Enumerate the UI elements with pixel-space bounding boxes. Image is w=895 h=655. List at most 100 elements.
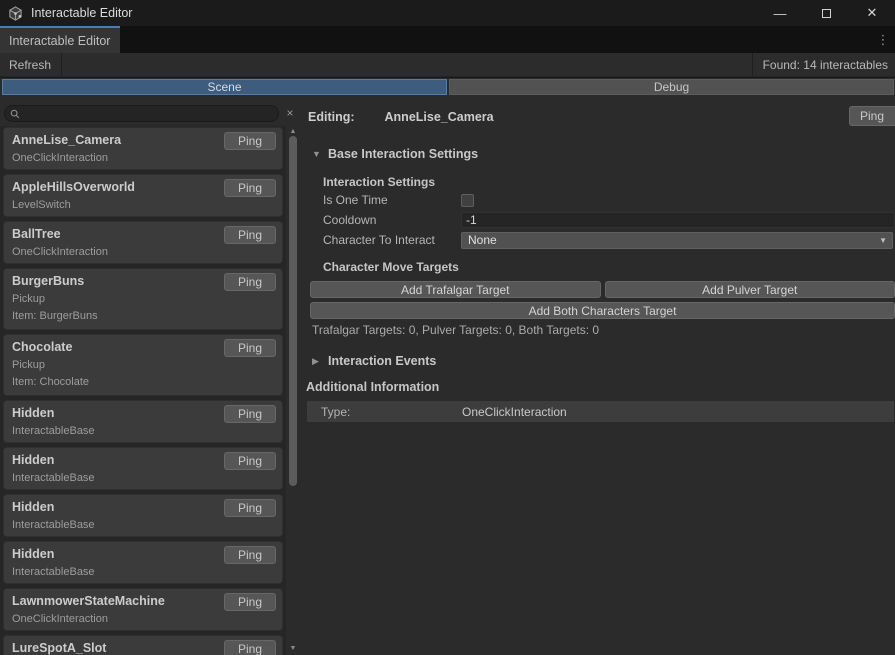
add-trafalgar-target-button[interactable]: Add Trafalgar Target <box>310 281 601 298</box>
ping-button[interactable]: Ping <box>224 452 276 470</box>
interactable-list-panel: × AnneLise_Camera Ping OneClickInteracti… <box>0 97 300 655</box>
list-item-subtitle: Pickup <box>12 293 274 306</box>
search-input[interactable] <box>24 108 278 120</box>
ping-button[interactable]: Ping <box>224 499 276 517</box>
list-item-subtitle: InteractableBase <box>12 566 274 579</box>
is-one-time-row: Is One Time <box>323 190 895 210</box>
scroll-up-button[interactable]: ▲ <box>286 126 300 136</box>
ping-button[interactable]: Ping <box>224 546 276 564</box>
list-item-subtitle: Item: BurgerBuns <box>12 310 274 323</box>
tab-interactable-editor[interactable]: Interactable Editor <box>0 26 120 53</box>
ping-button[interactable]: Ping <box>224 132 276 150</box>
clear-search-icon: × <box>286 106 293 120</box>
additional-information-header: Additional Information <box>306 380 439 394</box>
found-count-label: Found: 14 interactables <box>752 53 895 76</box>
ping-button[interactable]: Ping <box>224 640 276 655</box>
ping-button[interactable]: Ping <box>224 339 276 357</box>
type-label: Type: <box>307 405 462 419</box>
tab-menu-button[interactable]: ⋮ <box>875 26 891 53</box>
minimize-button[interactable]: — <box>757 0 803 26</box>
add-both-characters-target-button[interactable]: Add Both Characters Target <box>310 302 895 319</box>
list-item-subtitle: OneClickInteraction <box>12 613 274 626</box>
found-count-text: Found: 14 interactables <box>763 58 888 72</box>
list-item[interactable]: LawnmowerStateMachine Ping OneClickInter… <box>3 588 283 631</box>
list-item[interactable]: BallTree Ping OneClickInteraction <box>3 221 283 264</box>
scrollbar-thumb[interactable] <box>289 136 297 486</box>
editing-value: AnneLise_Camera <box>385 110 494 124</box>
maximize-button[interactable] <box>803 0 849 26</box>
ping-button[interactable]: Ping <box>224 593 276 611</box>
cooldown-label: Cooldown <box>323 213 461 227</box>
search-field[interactable] <box>4 105 279 122</box>
is-one-time-checkbox[interactable] <box>461 194 474 207</box>
base-interaction-settings-foldout[interactable]: ▼ Base Interaction Settings <box>312 147 478 161</box>
add-pulver-target-button[interactable]: Add Pulver Target <box>605 281 895 298</box>
character-dropdown-value: None <box>468 233 497 247</box>
kebab-menu-icon: ⋮ <box>877 32 890 48</box>
scroll-down-button[interactable]: ▼ <box>286 643 300 653</box>
list-item[interactable]: AnneLise_Camera Ping OneClickInteraction <box>3 127 283 170</box>
refresh-label: Refresh <box>9 58 51 72</box>
list-item-subtitle: InteractableBase <box>12 425 274 438</box>
list-item-subtitle: InteractableBase <box>12 519 274 532</box>
tab-debug[interactable]: Debug <box>449 79 894 95</box>
toolbar: Refresh Found: 14 interactables <box>0 53 895 77</box>
search-row: × <box>0 97 300 126</box>
add-target-button-row: Add Trafalgar Target Add Pulver Target <box>310 281 895 298</box>
interaction-settings-header: Interaction Settings <box>323 175 435 189</box>
foldout-open-icon: ▼ <box>312 149 322 159</box>
inspector-ping-label: Ping <box>860 109 884 123</box>
search-icon <box>10 109 20 119</box>
tab-scene-label: Scene <box>207 80 241 94</box>
editing-label: Editing: <box>308 110 355 124</box>
window-titlebar: Interactable Editor — ✕ <box>0 0 895 26</box>
list-item[interactable]: Hidden Ping InteractableBase <box>3 400 283 443</box>
ping-button[interactable]: Ping <box>224 405 276 423</box>
character-to-interact-dropdown[interactable]: None ▼ <box>461 232 893 249</box>
events-foldout-label: Interaction Events <box>328 354 436 368</box>
clear-search-button[interactable]: × <box>283 104 297 122</box>
list-item[interactable]: Hidden Ping InteractableBase <box>3 541 283 584</box>
add-both-label: Add Both Characters Target <box>529 304 677 318</box>
character-to-interact-label: Character To Interact <box>323 233 461 247</box>
list-item[interactable]: Hidden Ping InteractableBase <box>3 447 283 490</box>
list-item-subtitle: Item: Chocolate <box>12 376 274 389</box>
list-item-subtitle: InteractableBase <box>12 472 274 485</box>
list-item[interactable]: Hidden Ping InteractableBase <box>3 494 283 537</box>
type-value: OneClickInteraction <box>462 405 567 419</box>
maximize-icon <box>822 9 831 18</box>
list-scrollbar[interactable]: ▲ ▼ <box>286 126 300 655</box>
tab-debug-label: Debug <box>654 80 689 94</box>
is-one-time-label: Is One Time <box>323 193 461 207</box>
cooldown-field[interactable] <box>461 212 895 228</box>
close-button[interactable]: ✕ <box>849 0 895 26</box>
list-item-subtitle: OneClickInteraction <box>12 152 274 165</box>
ping-button[interactable]: Ping <box>224 179 276 197</box>
interaction-events-foldout[interactable]: ▶ Interaction Events <box>312 354 436 368</box>
character-to-interact-row: Character To Interact None ▼ <box>323 230 895 250</box>
list-item-subtitle: Pickup <box>12 359 274 372</box>
list-item[interactable]: Chocolate Ping PickupItem: Chocolate <box>3 334 283 396</box>
editing-row: Editing: AnneLise_Camera <box>308 107 494 127</box>
scroll-up-icon: ▲ <box>290 128 297 135</box>
ping-button[interactable]: Ping <box>224 273 276 291</box>
inspector-ping-button[interactable]: Ping <box>849 106 895 126</box>
minimize-icon: — <box>774 6 787 21</box>
list-item-subtitle: OneClickInteraction <box>12 246 274 259</box>
list-item[interactable]: LureSpotA_Slot Ping <box>3 635 283 655</box>
foldout-closed-icon: ▶ <box>312 356 322 367</box>
editor-tab-strip: Interactable Editor ⋮ <box>0 26 895 53</box>
ping-button[interactable]: Ping <box>224 226 276 244</box>
tab-scene[interactable]: Scene <box>2 79 447 95</box>
character-move-targets-header: Character Move Targets <box>323 260 459 274</box>
tab-label: Interactable Editor <box>9 34 110 48</box>
base-foldout-label: Base Interaction Settings <box>328 147 478 161</box>
list-item[interactable]: AppleHillsOverworld Ping LevelSwitch <box>3 174 283 217</box>
cooldown-row: Cooldown <box>323 210 895 230</box>
targets-summary: Trafalgar Targets: 0, Pulver Targets: 0,… <box>312 323 599 337</box>
close-icon: ✕ <box>867 5 878 21</box>
list-item-subtitle: LevelSwitch <box>12 199 274 212</box>
refresh-button[interactable]: Refresh <box>0 53 62 76</box>
dropdown-arrow-icon: ▼ <box>879 236 887 245</box>
list-item[interactable]: BurgerBuns Ping PickupItem: BurgerBuns <box>3 268 283 330</box>
